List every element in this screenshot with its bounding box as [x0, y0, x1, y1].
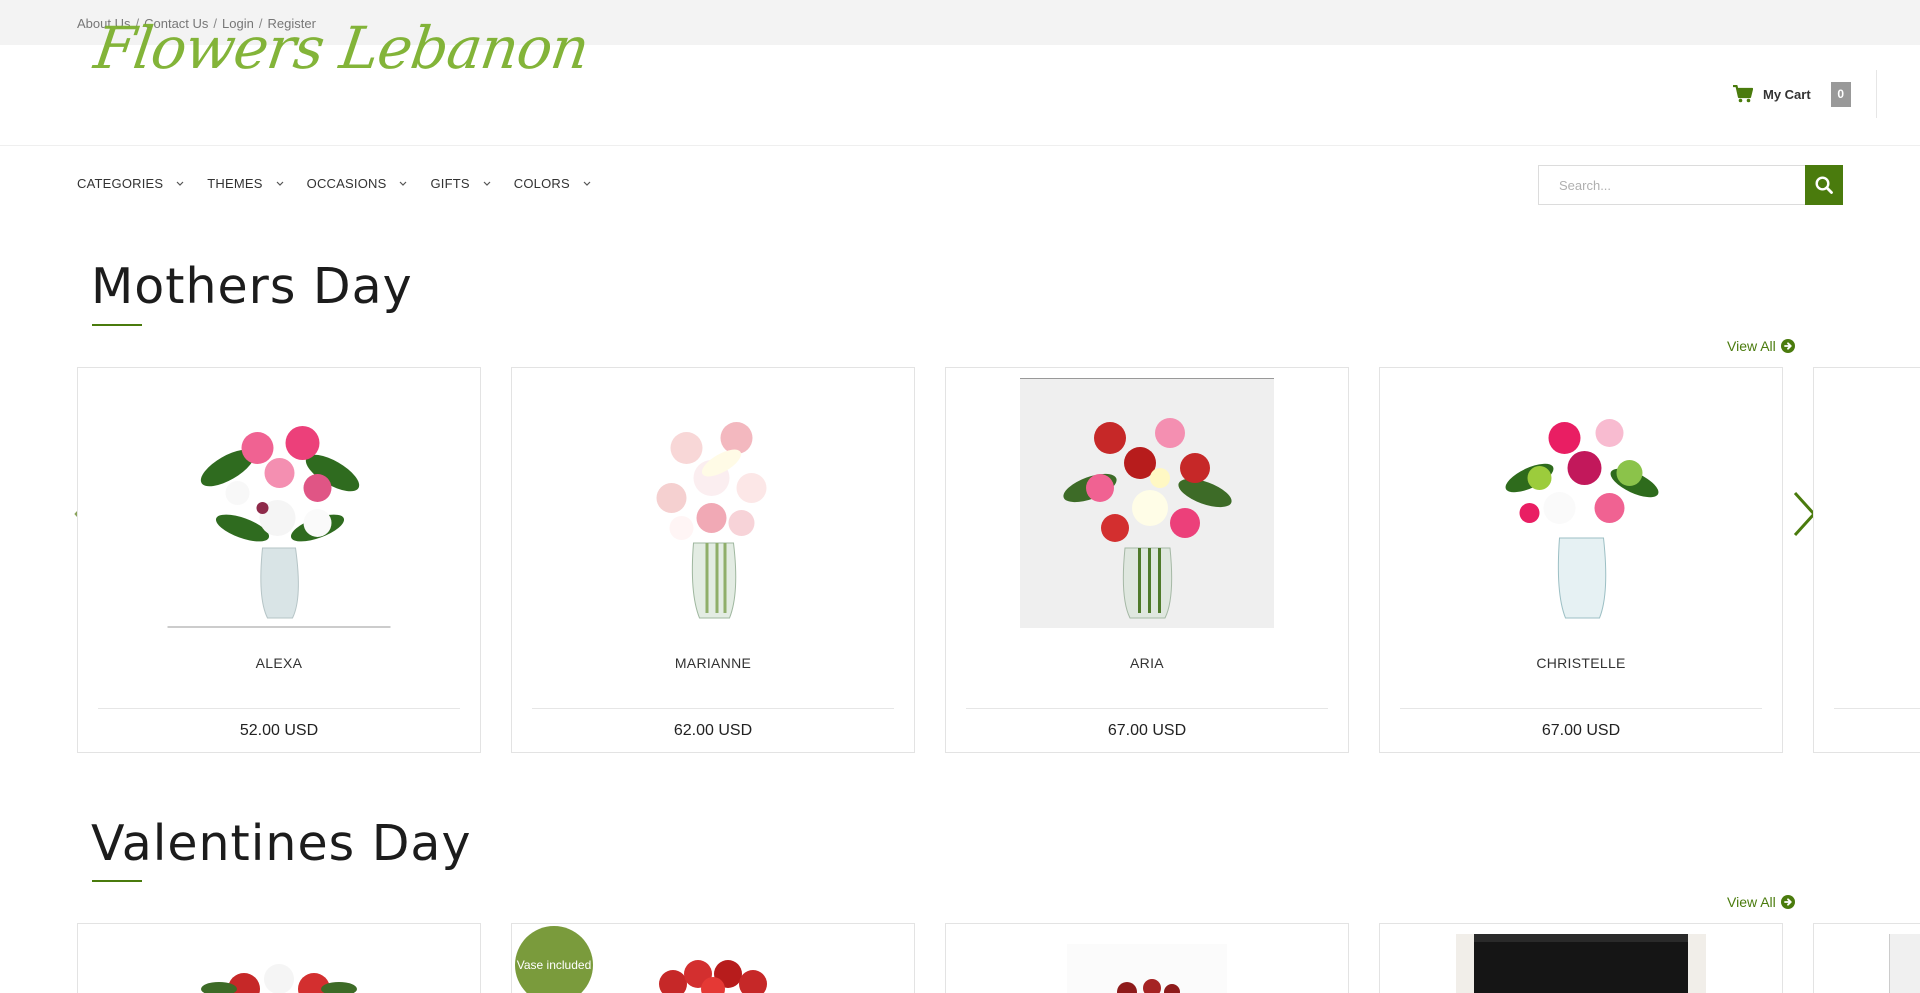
- bouquet-image: [1020, 378, 1274, 628]
- gift-box-image: [1456, 934, 1706, 993]
- header-separator: [0, 145, 1920, 146]
- nav-item-label: COLORS: [513, 176, 570, 191]
- product-price: 62.00 USD: [673, 722, 753, 739]
- cart-label: My Cart: [1763, 86, 1811, 102]
- search-icon: [1815, 176, 1833, 194]
- card-divider: [1834, 708, 1920, 709]
- chevron-down-icon: [483, 181, 491, 186]
- product-name: CHRISTELLE: [1536, 655, 1626, 671]
- product-card[interactable]: [77, 923, 481, 993]
- search-bar: [1538, 165, 1843, 205]
- section-title-valentines-day: Valentines Day: [91, 815, 472, 872]
- product-price: 52.00 USD: [239, 722, 319, 739]
- product-name: MARIANNE: [674, 655, 752, 671]
- title-underline: [92, 324, 142, 326]
- chevron-down-icon: [400, 181, 407, 186]
- product-price: 67.00 USD: [1541, 722, 1621, 739]
- product-card[interactable]: [1379, 923, 1783, 993]
- shopping-cart-icon: [1733, 85, 1753, 103]
- header-divider: [1876, 70, 1877, 118]
- product-card[interactable]: ALEXA 52.00 USD: [77, 367, 481, 753]
- card-divider: [1400, 708, 1762, 709]
- bouquet-image: [1067, 944, 1227, 993]
- bouquet-image: [167, 378, 391, 628]
- nav-item-label: OCCASIONS: [306, 176, 387, 191]
- nav-item-occasions[interactable]: OCCASIONS: [307, 176, 411, 191]
- view-all-link[interactable]: View All: [1727, 338, 1796, 354]
- nav-item-label: GIFTS: [430, 176, 470, 191]
- product-image: [1889, 934, 1920, 993]
- chevron-down-icon: [276, 181, 284, 186]
- product-card[interactable]: MARIANNE 62.00 USD: [511, 367, 915, 753]
- product-name: ARIA: [1130, 655, 1164, 671]
- view-all-label: View All: [1727, 338, 1776, 354]
- nav-item-label: THEMES: [207, 176, 263, 191]
- search-input[interactable]: [1538, 165, 1805, 205]
- card-divider: [532, 708, 894, 709]
- cart-count-badge: 0: [1830, 81, 1851, 107]
- section-title-mothers-day: Mothers Day: [91, 258, 413, 315]
- main-nav: CATEGORIES THEMES OCCASIONS GIFTS COLORS: [77, 176, 614, 191]
- arrow-circle-right-icon: [1780, 339, 1795, 353]
- view-all-label: View All: [1727, 894, 1776, 910]
- bouquet-image: [659, 960, 767, 993]
- nav-item-categories[interactable]: CATEGORIES: [77, 176, 187, 191]
- search-button[interactable]: [1805, 165, 1843, 205]
- chevron-down-icon: [176, 181, 184, 186]
- product-card[interactable]: ARIA 67.00 USD: [945, 367, 1349, 753]
- title-underline: [92, 880, 142, 882]
- nav-item-label: CATEGORIES: [77, 176, 164, 191]
- bouquet-image: [601, 378, 825, 628]
- product-price: 67.00 USD: [1107, 722, 1187, 739]
- view-all-link[interactable]: View All: [1727, 894, 1796, 910]
- bouquet-image: [1469, 378, 1693, 628]
- product-card[interactable]: CHRISTELLE 67.00 USD: [1379, 367, 1783, 753]
- product-name: ALEXA: [255, 655, 303, 671]
- nav-item-themes[interactable]: THEMES: [207, 176, 286, 191]
- chevron-down-icon: [583, 181, 591, 186]
- product-card[interactable]: [1813, 367, 1920, 753]
- product-card[interactable]: [945, 923, 1349, 993]
- nav-item-colors[interactable]: COLORS: [514, 176, 594, 191]
- cart-button[interactable]: My Cart 0: [1733, 81, 1851, 107]
- site-logo[interactable]: Flowers Lebanon: [90, 14, 592, 82]
- bouquet-image: [164, 934, 394, 993]
- product-card[interactable]: [1813, 923, 1920, 993]
- card-divider: [98, 708, 460, 709]
- vase-included-badge: Vase included: [515, 926, 593, 993]
- arrow-circle-right-icon: [1780, 895, 1795, 909]
- card-divider: [966, 708, 1328, 709]
- nav-item-gifts[interactable]: GIFTS: [430, 176, 493, 191]
- product-card[interactable]: Vase included: [511, 923, 915, 993]
